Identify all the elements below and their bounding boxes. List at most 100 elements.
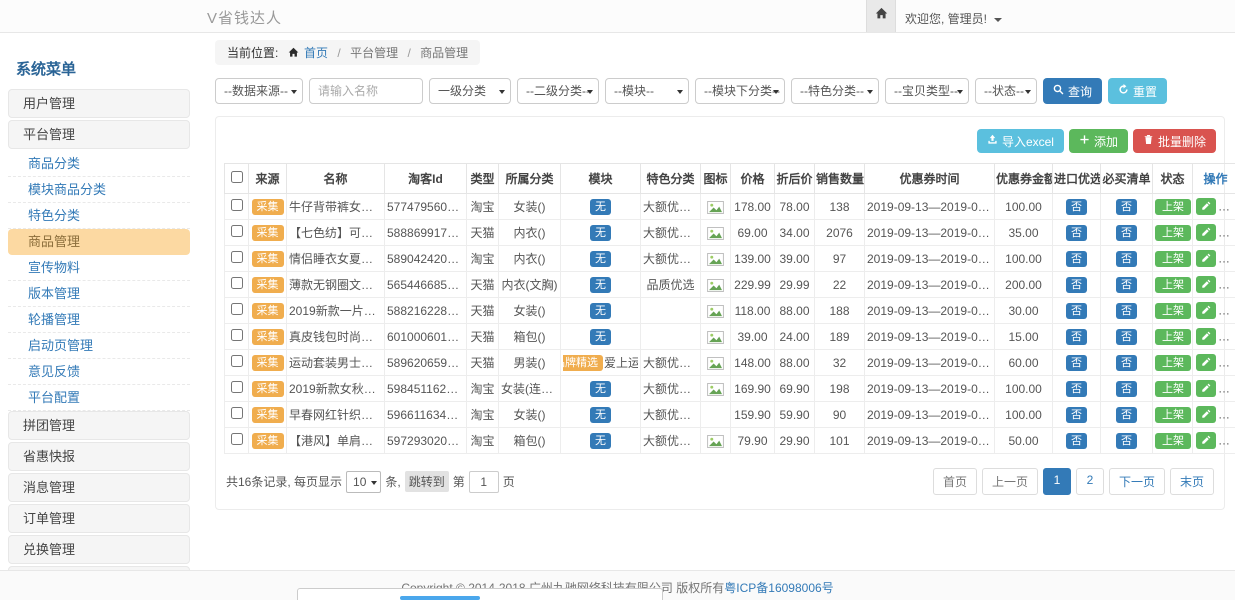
edit-button[interactable] (1196, 224, 1216, 241)
pager-page-2[interactable]: 2 (1076, 468, 1104, 495)
item-type-select[interactable]: --宝贝类型-- (885, 78, 969, 104)
imported-toggle[interactable]: 否 (1066, 277, 1087, 293)
sidebar-item-groupbuy-management[interactable]: 拼团管理 (8, 411, 190, 440)
sidebar-item-goods-management[interactable]: 商品管理 (8, 229, 190, 255)
imported-toggle[interactable]: 否 (1066, 407, 1087, 423)
import-excel-button[interactable]: 导入excel (977, 129, 1064, 153)
row-checkbox[interactable] (231, 199, 243, 211)
must-buy-toggle[interactable]: 否 (1116, 407, 1137, 423)
imported-toggle[interactable]: 否 (1066, 225, 1087, 241)
status-toggle[interactable]: 上架 (1155, 433, 1191, 449)
sidebar-item-goods-category[interactable]: 商品分类 (8, 151, 190, 177)
status-toggle[interactable]: 上架 (1155, 277, 1191, 293)
edit-button[interactable] (1196, 406, 1216, 423)
name-keyword-input[interactable] (309, 78, 423, 104)
status-toggle[interactable]: 上架 (1155, 199, 1191, 215)
status-toggle[interactable]: 上架 (1155, 355, 1191, 371)
imported-toggle[interactable]: 否 (1066, 355, 1087, 371)
status-select[interactable]: --状态-- (975, 78, 1037, 104)
edit-button[interactable] (1196, 432, 1216, 449)
must-buy-toggle[interactable]: 否 (1116, 433, 1137, 449)
sidebar-item-platform-config[interactable]: 平台配置 (8, 385, 190, 411)
search-icon (1053, 84, 1064, 98)
home-button[interactable] (866, 0, 896, 32)
imported-toggle[interactable]: 否 (1066, 199, 1087, 215)
pager-page-1[interactable]: 1 (1043, 468, 1071, 495)
must-buy-toggle[interactable]: 否 (1116, 355, 1137, 371)
must-buy-toggle[interactable]: 否 (1116, 303, 1137, 319)
icp-link[interactable]: 粤ICP备16098006号 (724, 581, 833, 595)
sidebar-item-splash-page-management[interactable]: 启动页管理 (8, 333, 190, 359)
row-checkbox[interactable] (231, 381, 243, 393)
row-checkbox[interactable] (231, 251, 243, 263)
sidebar-item-message-management[interactable]: 消息管理 (8, 473, 190, 502)
status-toggle[interactable]: 上架 (1155, 303, 1191, 319)
status-cell: 上架 (1153, 428, 1193, 454)
name-cell: 情侣睡衣女夏丝绸男士... (287, 246, 385, 272)
imported-toggle[interactable]: 否 (1066, 303, 1087, 319)
sidebar-item-feature-category[interactable]: 特色分类 (8, 203, 190, 229)
edit-button[interactable] (1196, 380, 1216, 397)
edit-button[interactable] (1196, 354, 1216, 371)
status-toggle[interactable]: 上架 (1155, 225, 1191, 241)
must-buy-toggle[interactable]: 否 (1116, 277, 1137, 293)
per-page-select[interactable]: 10 (346, 471, 381, 493)
sidebar-item-version-management[interactable]: 版本管理 (8, 281, 190, 307)
sidebar-item-exchange-management[interactable]: 兑换管理 (8, 535, 190, 564)
level2-category-select[interactable]: --二级分类-- (517, 78, 599, 104)
must-buy-toggle[interactable]: 否 (1116, 199, 1137, 215)
breadcrumb-home-link[interactable]: 首页 (304, 46, 328, 60)
data-source-select[interactable]: --数据来源-- (215, 78, 303, 104)
sidebar-item-promo-materials[interactable]: 宣传物料 (8, 255, 190, 281)
add-button[interactable]: 添加 (1069, 129, 1128, 153)
module-subcategory-select[interactable]: --模块下分类-- (695, 78, 785, 104)
edit-button[interactable] (1196, 250, 1216, 267)
imported-toggle[interactable]: 否 (1066, 433, 1087, 449)
reset-button[interactable]: 重置 (1108, 78, 1167, 104)
must-buy-toggle[interactable]: 否 (1116, 225, 1137, 241)
status-toggle[interactable]: 上架 (1155, 381, 1191, 397)
sidebar-item-platform-management[interactable]: 平台管理 (8, 120, 190, 149)
user-menu[interactable]: 欢迎您, 管理员! (905, 10, 1002, 27)
select-all-checkbox[interactable] (231, 171, 243, 183)
must-buy-toggle[interactable]: 否 (1116, 381, 1137, 397)
must-buy-toggle[interactable]: 否 (1116, 251, 1137, 267)
sidebar-item-carousel-management[interactable]: 轮播管理 (8, 307, 190, 333)
imported-toggle[interactable]: 否 (1066, 251, 1087, 267)
sidebar-item-feedback[interactable]: 意见反馈 (8, 359, 190, 385)
row-checkbox[interactable] (231, 277, 243, 289)
edit-button[interactable] (1196, 198, 1216, 215)
row-checkbox[interactable] (231, 407, 243, 419)
imported-toggle[interactable]: 否 (1066, 329, 1087, 345)
must-buy-toggle[interactable]: 否 (1116, 329, 1137, 345)
status-toggle[interactable]: 上架 (1155, 329, 1191, 345)
module-select[interactable]: --模块-- (605, 78, 689, 104)
pager-next[interactable]: 下一页 (1109, 468, 1165, 495)
sidebar-item-module-goods-category[interactable]: 模块商品分类 (8, 177, 190, 203)
row-select-cell (225, 220, 249, 246)
sidebar-item-saving-express[interactable]: 省惠快报 (8, 442, 190, 471)
status-toggle[interactable]: 上架 (1155, 407, 1191, 423)
row-checkbox[interactable] (231, 329, 243, 341)
imported-toggle[interactable]: 否 (1066, 381, 1087, 397)
edit-button[interactable] (1196, 302, 1216, 319)
imported-cell: 否 (1053, 194, 1101, 220)
feature-category-select[interactable]: --特色分类-- (791, 78, 879, 104)
status-toggle[interactable]: 上架 (1155, 251, 1191, 267)
pager-last[interactable]: 末页 (1170, 468, 1214, 495)
jump-page-input[interactable] (469, 471, 499, 493)
edit-button[interactable] (1196, 276, 1216, 293)
row-checkbox[interactable] (231, 303, 243, 315)
edit-button[interactable] (1196, 328, 1216, 345)
level1-category-select[interactable]: 一级分类 (429, 78, 511, 104)
row-checkbox[interactable] (231, 355, 243, 367)
sidebar-item-user-management[interactable]: 用户管理 (8, 89, 190, 118)
horizontal-scrollbar-thumb[interactable] (400, 596, 480, 600)
search-button[interactable]: 查询 (1043, 78, 1102, 104)
edit-icon (1201, 304, 1211, 318)
jump-button[interactable]: 跳转到 (405, 471, 449, 492)
sidebar-item-order-management[interactable]: 订单管理 (8, 504, 190, 533)
row-checkbox[interactable] (231, 433, 243, 445)
row-checkbox[interactable] (231, 225, 243, 237)
batch-delete-button[interactable]: 批量删除 (1133, 129, 1216, 153)
